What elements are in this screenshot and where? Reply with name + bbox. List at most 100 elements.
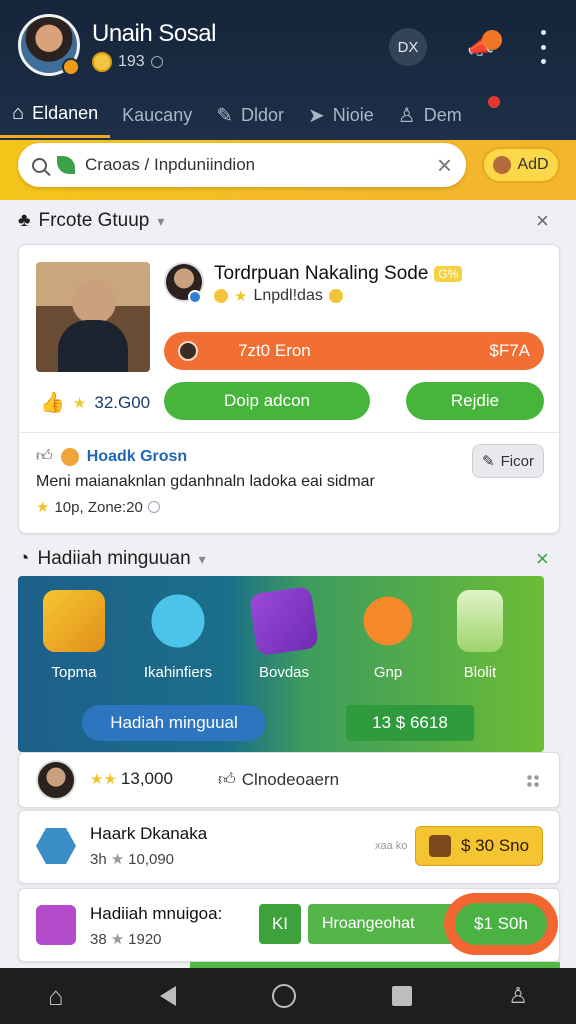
home-circle-icon[interactable] xyxy=(271,984,296,1008)
item-score: 1920 xyxy=(128,930,162,948)
info-icon xyxy=(147,501,160,513)
reward-label: Gnp xyxy=(373,664,403,681)
emoji-icon xyxy=(60,447,79,466)
reward-label: Blolit xyxy=(463,664,497,681)
money-bag-icon xyxy=(357,590,419,652)
comment-meta-text: 10p, Zone:20 xyxy=(54,498,143,516)
likes-value: 32.G00 xyxy=(94,392,151,412)
ki-button[interactable]: KI xyxy=(259,904,301,944)
section-header-group[interactable]: ♣ Frcote Gtuup ▾ xyxy=(18,210,164,232)
coin-icon xyxy=(328,289,343,303)
reward-item[interactable]: Blolit xyxy=(430,590,530,681)
reward-value-button[interactable]: 13 $ 6618 xyxy=(346,705,474,741)
price-button[interactable]: $ 30 Sno xyxy=(415,826,543,866)
star-icon: ★ xyxy=(72,394,87,412)
avatar-status-badge xyxy=(62,58,80,76)
reaction-label[interactable]: 👍︎ Clnodeoaern xyxy=(218,769,339,790)
mini-avatar xyxy=(493,156,512,174)
reward-item[interactable]: Gnp xyxy=(338,590,438,681)
group-icon: ♣ xyxy=(18,210,31,231)
reaction-text: Clnodeoaern xyxy=(241,769,340,789)
price-label: $1 S0h xyxy=(455,903,547,945)
search-input[interactable]: Craoas / Inpduniindion × xyxy=(18,143,466,187)
star-icon: ★ xyxy=(110,851,125,868)
comment-text: Meni maianaknlan gdanhnaln ladoka eai si… xyxy=(36,473,375,490)
account-icon[interactable]: ♙ xyxy=(508,983,528,1009)
offer-amount: $F7A xyxy=(489,341,530,360)
tab-nioie[interactable]: ➤ Nioie xyxy=(296,92,386,138)
item-title: Haark Dkanaka xyxy=(90,824,208,843)
edit-button[interactable]: ✎ Ficor xyxy=(472,444,544,478)
comment-author[interactable]: Hoadk Grosn xyxy=(87,448,187,466)
tag-icon: ➤ xyxy=(308,104,325,127)
system-nav-bar: ⌂ ♙ xyxy=(0,968,576,1024)
user-icon: ♙ xyxy=(397,104,416,127)
tab-kaucany[interactable]: Kaucany xyxy=(110,92,204,138)
price-button[interactable]: $1 S0h xyxy=(444,893,558,955)
thumbs-up-outline-icon[interactable]: 👍︎ xyxy=(36,447,53,466)
grid-icon[interactable] xyxy=(526,774,540,788)
edit-label: Ficor xyxy=(500,452,534,470)
gift-box-icon xyxy=(248,585,320,657)
close-icon[interactable]: × xyxy=(536,208,549,234)
tab-label: Eldanen xyxy=(32,103,99,123)
reward-label: Topma xyxy=(51,664,97,681)
tab-notification-dot xyxy=(488,96,500,108)
mini-avatar xyxy=(178,341,198,361)
page-title: Unaih Sosal xyxy=(92,20,216,47)
tab-home[interactable]: ⌂ Eldanen xyxy=(0,92,111,138)
tab-dem[interactable]: ♙ Dem xyxy=(386,92,474,138)
avatar[interactable] xyxy=(36,760,76,800)
reward-item[interactable]: Topma xyxy=(24,590,124,681)
star-icon: ★ xyxy=(234,288,248,305)
add-button[interactable]: AdD xyxy=(482,147,560,183)
item-title: Hadiiah mnuigoa: xyxy=(90,904,223,923)
home-icon[interactable]: ⌂ xyxy=(48,981,64,1012)
item-meta: 3h ★ 10,090 xyxy=(90,850,174,869)
price-label: $ 30 Sno xyxy=(460,836,530,855)
back-icon[interactable] xyxy=(159,986,176,1006)
post-title: Tordrpuan Nakaling Sode G% xyxy=(214,263,463,285)
reward-item[interactable]: Bovdas xyxy=(234,585,334,681)
reward-item[interactable]: Ikahinfiers xyxy=(128,590,228,681)
amount-value: 13,000 xyxy=(120,769,173,788)
secondary-action-button[interactable]: Rejdie xyxy=(406,382,544,420)
clear-search-icon[interactable]: × xyxy=(437,150,452,181)
comment-header: 👍︎ Hoadk Grosn xyxy=(36,447,187,466)
recents-icon[interactable] xyxy=(392,986,413,1006)
post-badge: G% xyxy=(434,266,463,282)
tab-dldor[interactable]: ✎ Dldor xyxy=(204,92,296,138)
reward-label: Bovdas xyxy=(258,664,310,681)
post-photo[interactable] xyxy=(36,262,150,372)
home-icon: ⌂ xyxy=(12,102,25,124)
treasure-icon xyxy=(43,590,105,652)
tab-label: Nioie xyxy=(332,104,374,125)
ticket-icon xyxy=(428,835,451,857)
add-label: AdD xyxy=(517,156,549,173)
like-count[interactable]: 👍 ★ 32.G00 xyxy=(40,390,150,415)
primary-action-button[interactable]: Doip adcon xyxy=(164,382,370,420)
verified-badge xyxy=(188,290,202,304)
vertical-dots-icon[interactable] xyxy=(536,30,550,64)
divider xyxy=(18,432,560,433)
coin-balance: 193 xyxy=(92,52,163,72)
bubble-icon xyxy=(147,590,209,652)
reward-label: Ikahinfiers xyxy=(143,664,213,681)
offer-bar[interactable]: 7zt0 Eron $F7A xyxy=(164,332,544,370)
section-header-weekly[interactable]: ◔ Hadiiah minguuan ▾ xyxy=(18,548,206,570)
item-meta: 38 ★ 1920 xyxy=(90,930,162,949)
search-query: Craoas / Inpduniindion xyxy=(85,155,256,174)
post-subtitle: ★ Lnpdl!das xyxy=(214,287,343,305)
post-title-text: Tordrpuan Nakaling Sode xyxy=(214,263,429,284)
gift-icon xyxy=(36,905,76,945)
section-title: Frcote Gtuup xyxy=(38,210,150,231)
comment-meta: ★ 10p, Zone:20 xyxy=(36,498,160,516)
coin-amount: ★★ 13,000 xyxy=(90,769,173,789)
dx-button[interactable]: DX xyxy=(389,28,427,66)
close-icon[interactable]: × xyxy=(536,546,549,572)
weekly-reward-button[interactable]: Hadiah minguual xyxy=(82,705,266,741)
dx-label: DX xyxy=(397,38,419,56)
pencil-icon: ✎ xyxy=(482,453,495,470)
tab-label: Dldor xyxy=(240,104,284,125)
cup-icon xyxy=(457,590,503,652)
